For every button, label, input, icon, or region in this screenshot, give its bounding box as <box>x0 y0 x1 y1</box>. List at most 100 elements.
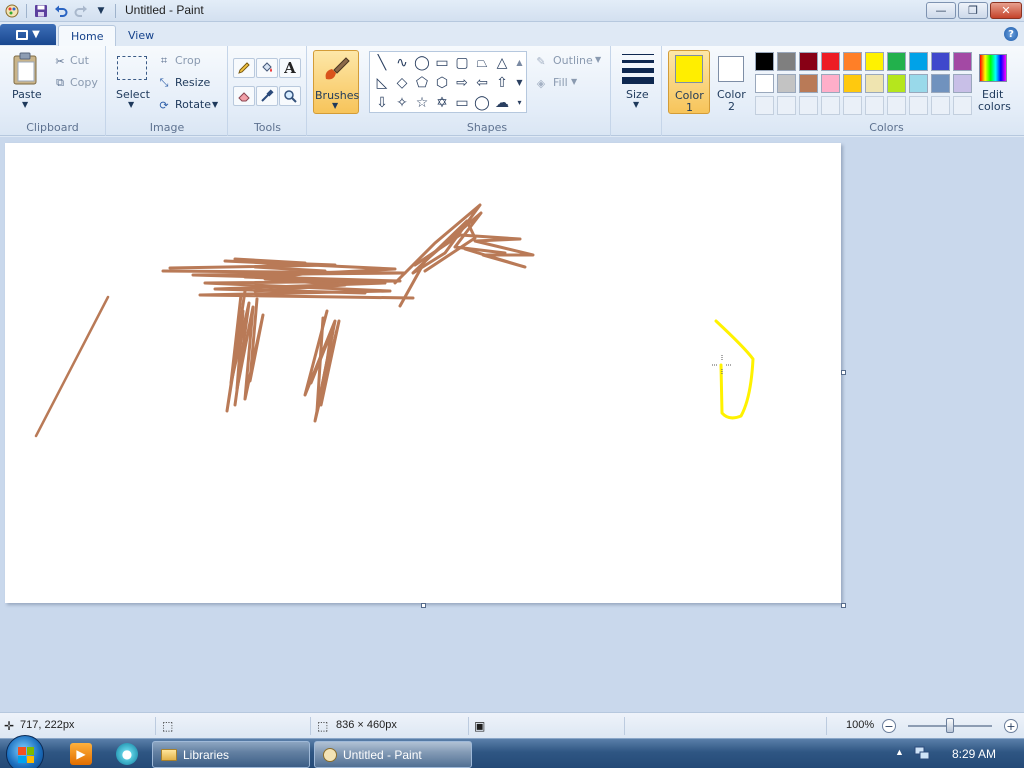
tab-view[interactable]: View <box>116 25 166 46</box>
colors-group: Colors <box>749 46 1024 136</box>
selection-size-icon: ⬚ <box>162 719 174 733</box>
color2-number: 2 <box>728 100 735 113</box>
size-line-medium <box>622 60 654 63</box>
status-separator <box>468 717 469 735</box>
fill-dropdown-icon[interactable]: ▼ <box>571 77 577 86</box>
redo-icon[interactable] <box>73 3 89 19</box>
image-group-label: Image <box>149 121 185 134</box>
fill-button[interactable]: Fill <box>553 76 568 89</box>
paste-icon[interactable] <box>12 52 40 86</box>
qat-separator <box>26 4 27 18</box>
shape-down-arrow-icon[interactable]: ⇩ <box>373 94 391 112</box>
color-picker-icon[interactable] <box>256 86 278 106</box>
resize-handle-corner[interactable] <box>841 603 846 608</box>
resize-handle-bottom[interactable] <box>421 603 426 608</box>
qat-separator <box>115 4 116 18</box>
shape-four-point-star-icon[interactable]: ✧ <box>393 94 411 112</box>
window-title: Untitled - Paint <box>125 3 204 17</box>
shape-five-point-star-icon[interactable]: ☆ <box>413 94 431 112</box>
network-icon[interactable] <box>914 745 930 764</box>
size-group[interactable]: Size ▼ <box>612 46 662 136</box>
clipboard-group: Paste ▼ ✂ Cut ⧉ Copy Clipboard <box>0 46 106 136</box>
shape-rounded-rectangle-icon[interactable]: ▢ <box>453 54 471 72</box>
paste-dropdown-icon[interactable]: ▼ <box>22 100 28 109</box>
zoom-in-icon[interactable]: + <box>1004 719 1018 733</box>
zoom-slider-thumb[interactable] <box>946 718 954 733</box>
crop-icon: ⌗ <box>160 54 168 67</box>
shape-oval-icon[interactable]: ◯ <box>413 54 431 72</box>
canvas-size: 836 × 460px <box>336 719 397 731</box>
select-icon[interactable] <box>117 56 147 80</box>
taskbar-libraries[interactable]: Libraries <box>152 741 310 768</box>
cursor-position-icon: ✛ <box>4 719 15 733</box>
rotate-button[interactable]: Rotate <box>175 98 211 111</box>
shape-oval-callout-icon[interactable]: ◯ <box>473 94 491 112</box>
resize-icon: ⤡ <box>159 76 169 89</box>
shape-pentagon-icon[interactable]: ⬠ <box>413 74 431 92</box>
shape-six-point-star-icon[interactable]: ✡ <box>433 94 451 112</box>
shape-triangle-icon[interactable]: △ <box>493 54 511 72</box>
shape-rectangle-icon[interactable]: ▭ <box>433 54 451 72</box>
text-tool-icon[interactable]: A <box>279 58 301 78</box>
eraser-icon[interactable] <box>233 86 255 106</box>
fill-bucket-icon[interactable] <box>256 58 278 78</box>
shapes-scroll-down-icon[interactable]: ▼ <box>513 74 526 92</box>
taskbar: ▶ ● Libraries Untitled - Paint ▲ 8:29 AM <box>0 735 1024 768</box>
copy-button[interactable]: Copy <box>70 76 98 89</box>
clock[interactable]: 8:29 AM <box>952 747 996 761</box>
help-icon[interactable]: ? <box>1004 27 1018 41</box>
status-separator <box>310 717 311 735</box>
customize-qat-icon[interactable]: ▼ <box>93 3 109 19</box>
dropdown-arrow-icon: ▼ <box>32 29 40 40</box>
show-hidden-icons-icon[interactable]: ▲ <box>895 747 904 757</box>
zoom-out-icon[interactable]: − <box>882 719 896 733</box>
undo-icon[interactable] <box>53 3 69 19</box>
magnifier-icon[interactable] <box>279 86 301 106</box>
outline-dropdown-icon[interactable]: ▼ <box>595 55 601 64</box>
shape-diamond-icon[interactable]: ◇ <box>393 74 411 92</box>
taskbar-paint-label: Untitled - Paint <box>343 747 422 762</box>
pencil-icon[interactable] <box>233 58 255 78</box>
shape-up-arrow-icon[interactable]: ⇧ <box>493 74 511 92</box>
color1-button[interactable]: Color 1 <box>668 50 710 114</box>
paint-menu-button[interactable]: ▼ <box>0 24 56 45</box>
tab-home[interactable]: Home <box>58 25 117 46</box>
media-player-icon[interactable]: ▶ <box>70 743 92 765</box>
drawing-canvas[interactable] <box>5 143 841 603</box>
fill-icon: ◈ <box>536 76 546 90</box>
color2-swatch[interactable] <box>718 56 744 82</box>
brushes-button[interactable]: Brushes ▼ <box>313 50 359 114</box>
shapes-expand-icon[interactable]: ▾ <box>513 94 526 112</box>
start-button[interactable] <box>6 735 44 768</box>
shape-polygon-icon[interactable]: ⏢ <box>473 54 491 72</box>
rotate-dropdown-icon[interactable]: ▼ <box>212 100 218 109</box>
close-button[interactable]: ✕ <box>990 2 1022 19</box>
save-icon[interactable] <box>33 3 49 19</box>
shape-right-triangle-icon[interactable]: ◺ <box>373 74 391 92</box>
shape-line-icon[interactable]: ╲ <box>373 54 391 72</box>
taskbar-paint[interactable]: Untitled - Paint <box>314 741 472 768</box>
shapes-scroll-up-icon[interactable]: ▲ <box>513 54 526 72</box>
shape-cloud-callout-icon[interactable]: ☁ <box>493 94 511 112</box>
minimize-button[interactable]: — <box>926 2 956 19</box>
resize-button[interactable]: Resize <box>175 76 210 89</box>
shape-right-arrow-icon[interactable]: ⇨ <box>453 74 471 92</box>
windows-logo-icon <box>18 747 34 763</box>
resize-handle-right[interactable] <box>841 370 846 375</box>
crop-button[interactable]: Crop <box>175 54 201 67</box>
restore-icon: ❐ <box>968 4 978 17</box>
paint-app-icon[interactable] <box>4 3 20 19</box>
shape-curve-icon[interactable]: ∿ <box>393 54 411 72</box>
outline-button[interactable]: Outline <box>553 54 593 67</box>
restore-button[interactable]: ❐ <box>958 2 988 19</box>
select-dropdown-icon[interactable]: ▼ <box>128 100 134 109</box>
shape-hexagon-icon[interactable]: ⬡ <box>433 74 451 92</box>
shape-rect-callout-icon[interactable]: ▭ <box>453 94 471 112</box>
outline-icon: ✎ <box>536 54 546 68</box>
cut-button[interactable]: Cut <box>70 54 89 67</box>
messenger-icon[interactable]: ● <box>116 743 138 765</box>
shape-left-arrow-icon[interactable]: ⇦ <box>473 74 491 92</box>
brush-icon <box>320 55 352 85</box>
size-line-thickest <box>622 77 654 84</box>
title-bar: ▼ Untitled - Paint — ❐ ✕ <box>0 0 1024 22</box>
